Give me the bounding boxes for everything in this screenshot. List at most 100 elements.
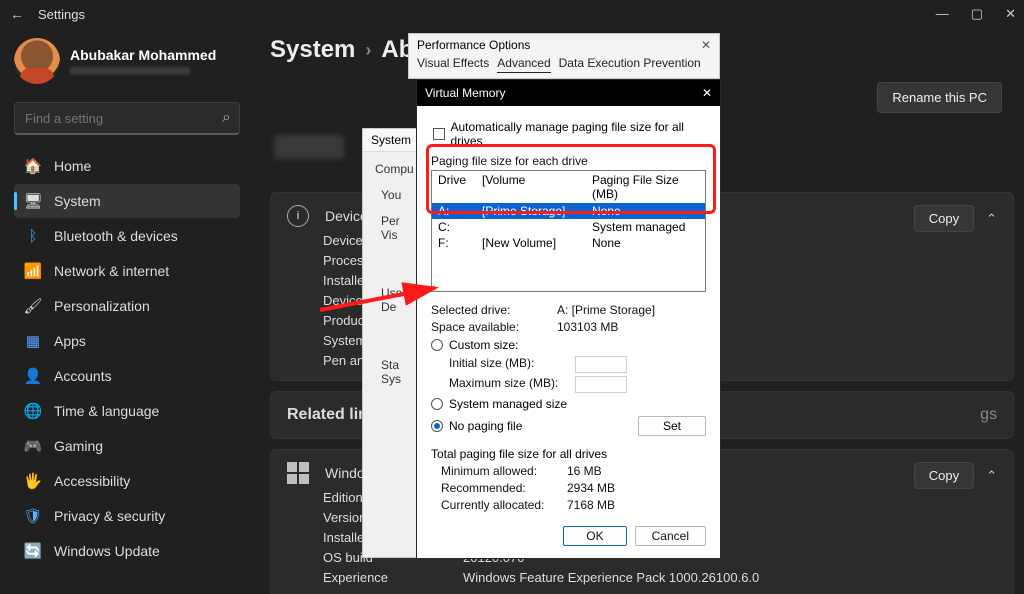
search-input[interactable] (23, 110, 222, 127)
system-icon: 🖥 (24, 192, 42, 210)
rec-label: Recommended: (441, 481, 561, 495)
sidebar-item-label: Apps (54, 333, 86, 349)
space-label: Space available: (431, 320, 551, 334)
copy-button[interactable]: Copy (914, 462, 974, 489)
drive-list[interactable]: Drive [Volume Paging File Size (MB) A: [… (431, 170, 706, 292)
cur-value: 7168 MB (567, 498, 615, 512)
cell: System managed (592, 220, 699, 234)
initial-size-input[interactable] (575, 356, 627, 373)
sidebar-item-privacy[interactable]: 🛡Privacy & security (14, 499, 240, 533)
sidebar-item-label: Accounts (54, 368, 112, 384)
close-icon[interactable]: ✕ (1005, 6, 1016, 22)
spec-label: Version (323, 510, 366, 525)
auto-manage-label: Automatically manage paging file size fo… (451, 120, 707, 148)
search-icon: ⌕ (222, 109, 231, 127)
user-name: Abubakar Mohammed (70, 47, 216, 63)
ok-button[interactable]: OK (563, 526, 626, 546)
tab-visual-effects[interactable]: Visual Effects (417, 56, 489, 73)
brush-icon: 🖌 (24, 297, 42, 315)
sidebar-item-system[interactable]: 🖥 System (14, 184, 240, 218)
vm-title: Virtual Memory (425, 86, 505, 100)
selected-drive-value: A: [Prime Storage] (557, 303, 655, 317)
user-row[interactable]: Abubakar Mohammed (14, 32, 240, 98)
col-pfs: Paging File Size (MB) (592, 173, 699, 201)
max-size-input[interactable] (575, 376, 627, 393)
cell: [Prime Storage] (482, 204, 592, 218)
sidebar-item-label: Windows Update (54, 543, 160, 559)
custom-size-label: Custom size: (449, 338, 518, 352)
drive-row-f[interactable]: F: [New Volume] None (432, 235, 705, 251)
search-box[interactable]: ⌕ (14, 102, 240, 135)
checkbox-icon (433, 128, 445, 140)
drive-row-a[interactable]: A: [Prime Storage] None (432, 203, 705, 219)
windows-icon (287, 462, 309, 484)
sidebar-item-network[interactable]: 📶Network & internet (14, 254, 240, 288)
sidebar-item-bluetooth[interactable]: ᛒBluetooth & devices (14, 219, 240, 253)
initial-size-label: Initial size (MB): (449, 356, 569, 373)
cancel-button[interactable]: Cancel (635, 526, 706, 546)
copy-label: Copy (929, 211, 959, 226)
related-links-title: Related lin (287, 406, 368, 424)
cell: C: (438, 220, 482, 234)
sidebar-item-update[interactable]: 🔄 Windows Update (14, 534, 240, 568)
rec-value: 2934 MB (567, 481, 615, 495)
app-title: Settings (38, 7, 85, 22)
close-icon[interactable]: ✕ (701, 38, 711, 52)
radio-icon (431, 339, 443, 351)
perfopt-title: Performance Options (417, 38, 530, 52)
performance-options-dialog[interactable]: Performance Options ✕ Visual Effects Adv… (408, 33, 720, 79)
sidebar-item-accounts[interactable]: 👤Accounts (14, 359, 240, 393)
update-icon: 🔄 (24, 542, 42, 560)
auto-manage-checkbox[interactable]: Automatically manage paging file size fo… (433, 120, 706, 148)
sidebar-item-label: Home (54, 158, 91, 174)
gamepad-icon: 🎮 (24, 437, 42, 455)
spec-value: Windows Feature Experience Pack 1000.261… (463, 570, 759, 585)
rename-pc-button[interactable]: Rename this PC (877, 82, 1002, 113)
col-volume: [Volume (482, 173, 592, 201)
drive-row-c[interactable]: C: System managed (432, 219, 705, 235)
sidebar-item-label: Gaming (54, 438, 103, 454)
user-email-redacted (70, 67, 190, 75)
sidebar-item-accessibility[interactable]: 🖐Accessibility (14, 464, 240, 498)
sidebar-item-label: System (54, 193, 101, 209)
system-managed-radio[interactable]: System managed size (431, 397, 706, 411)
tab-dep[interactable]: Data Execution Prevention (559, 56, 701, 73)
close-icon[interactable]: ✕ (702, 86, 712, 100)
back-icon[interactable]: ← (10, 6, 24, 22)
titlebar: ← Settings ― ▢ ✕ (0, 0, 1024, 26)
system-managed-label: System managed size (449, 397, 567, 411)
cell: F: (438, 236, 482, 250)
sidebar-item-home[interactable]: 🏠 Home (14, 149, 240, 183)
sidebar-item-personalization[interactable]: 🖌 Personalization (14, 289, 240, 323)
cell: [New Volume] (482, 236, 592, 250)
accessibility-icon: 🖐 (24, 472, 42, 490)
globe-icon: 🌐 (24, 402, 42, 420)
copy-label: Copy (929, 468, 959, 483)
chevron-right-icon: › (365, 40, 371, 61)
copy-button[interactable]: Copy (914, 205, 974, 232)
info-icon: i (287, 205, 309, 227)
home-icon: 🏠 (24, 157, 42, 175)
sidebar-item-time[interactable]: 🌐Time & language (14, 394, 240, 428)
drive-list-header: Drive [Volume Paging File Size (MB) (432, 171, 705, 203)
min-value: 16 MB (567, 464, 602, 478)
sidebar-item-gaming[interactable]: 🎮 Gaming (14, 429, 240, 463)
tab-advanced[interactable]: Advanced (497, 56, 550, 73)
minimize-icon[interactable]: ― (936, 6, 949, 22)
chevron-up-icon[interactable]: ⌃ (986, 211, 997, 227)
no-paging-radio[interactable]: No paging file (431, 419, 522, 433)
custom-size-radio[interactable]: Custom size: (431, 338, 706, 352)
bluetooth-icon: ᛒ (24, 227, 42, 245)
sidebar-item-label: Personalization (54, 298, 150, 314)
chevron-up-icon[interactable]: ⌃ (986, 468, 997, 484)
breadcrumb-root[interactable]: System (270, 36, 355, 64)
sidebar-item-apps[interactable]: ▦Apps (14, 324, 240, 358)
pc-name-redacted (274, 135, 344, 159)
set-button[interactable]: Set (638, 416, 706, 436)
maximize-icon[interactable]: ▢ (971, 6, 983, 22)
virtual-memory-dialog[interactable]: Virtual Memory ✕ Automatically manage pa… (416, 79, 721, 559)
avatar (14, 38, 60, 84)
spec-label: Experience (323, 570, 423, 585)
breadcrumb: System › Ab (270, 36, 413, 64)
cur-label: Currently allocated: (441, 498, 561, 512)
